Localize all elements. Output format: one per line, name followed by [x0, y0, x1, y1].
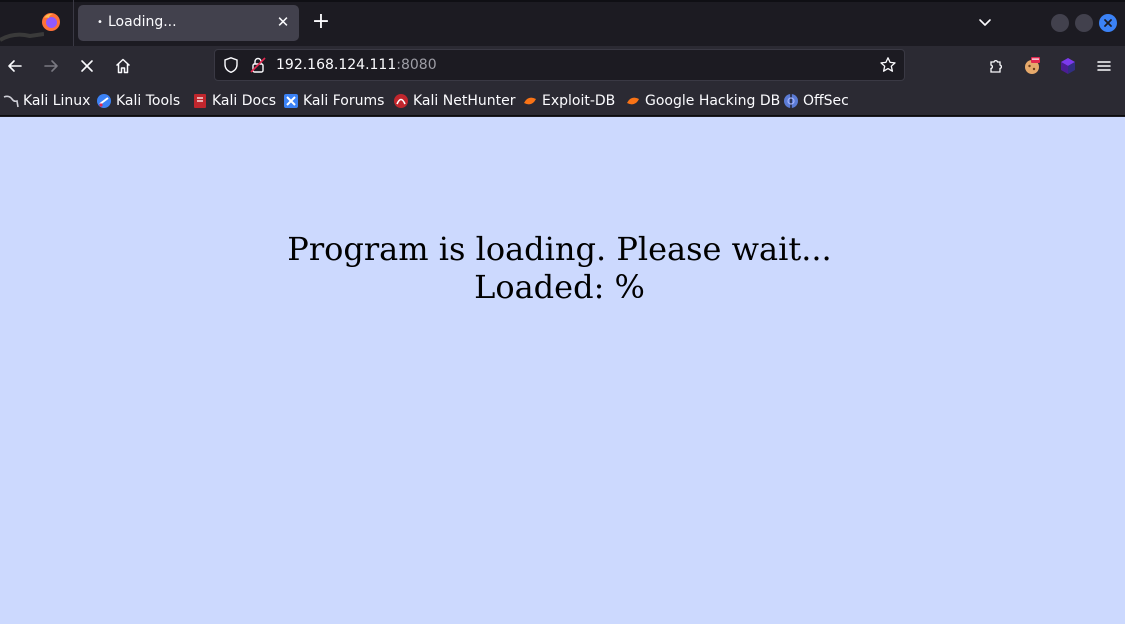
window-top-edge — [0, 0, 1125, 2]
ghdb-icon — [625, 93, 641, 109]
kali-forums-icon — [283, 93, 299, 109]
insecure-lock-icon[interactable] — [249, 56, 267, 74]
window-minimize-button[interactable] — [1051, 14, 1069, 32]
bookmark-star-icon[interactable] — [879, 56, 897, 74]
tab-loading-indicator: • — [97, 17, 103, 28]
bookmark-kali-docs[interactable]: Kali Docs — [192, 91, 276, 111]
list-all-tabs-button[interactable] — [973, 11, 997, 35]
bookmark-label: Kali Linux — [23, 93, 91, 109]
exploit-db-icon — [522, 93, 538, 109]
loading-message: Program is loading. Please wait... Loade… — [0, 230, 1119, 306]
bookmark-label: Kali NetHunter — [413, 93, 516, 109]
bookmark-kali-forums[interactable]: Kali Forums — [283, 91, 384, 111]
bookmark-label: Exploit-DB — [542, 93, 616, 109]
chevron-down-icon — [979, 19, 991, 26]
bookmark-label: OffSec — [803, 93, 849, 109]
bookmark-exploit-db[interactable]: Exploit-DB — [522, 91, 615, 111]
bookmark-label: Kali Tools — [116, 93, 181, 109]
kali-dragon-icon — [3, 93, 19, 109]
bookmark-kali-tools[interactable]: Kali Tools — [96, 91, 180, 111]
cube-extension-icon — [1061, 58, 1075, 74]
tab-close-icon[interactable]: ✕ — [274, 13, 292, 31]
stop-loading-button[interactable] — [75, 54, 99, 78]
window-close-button[interactable] — [1099, 14, 1117, 32]
tab-title: Loading... — [108, 14, 177, 30]
window-maximize-button[interactable] — [1075, 14, 1093, 32]
arrow-left-icon — [8, 60, 22, 72]
puzzle-piece-icon — [990, 60, 1002, 73]
forward-button[interactable] — [39, 54, 63, 78]
home-button[interactable] — [111, 54, 135, 78]
bookmark-label: Kali Docs — [212, 93, 277, 109]
firefox-view-button[interactable] — [38, 9, 64, 35]
tracking-protection-shield-icon[interactable] — [222, 56, 240, 74]
url-text[interactable]: 192.168.124.111:8080 — [276, 57, 437, 73]
arrow-right-icon — [44, 60, 58, 72]
page-content: Program is loading. Please wait... Loade… — [0, 117, 1125, 624]
back-button[interactable] — [3, 54, 27, 78]
kali-tools-icon — [96, 93, 112, 109]
new-tab-button[interactable]: + — [309, 10, 333, 34]
firefox-logo-icon — [42, 13, 60, 31]
cookie-extension-button[interactable] — [1020, 54, 1044, 78]
cube-extension-button[interactable] — [1056, 54, 1080, 78]
nethunter-icon — [393, 93, 409, 109]
extensions-button[interactable] — [984, 54, 1008, 78]
tab-strip: • Loading... ✕ + — [0, 0, 1125, 46]
url-host: 192.168.124.111 — [276, 57, 397, 73]
url-bar[interactable]: 192.168.124.111:8080 — [214, 49, 905, 81]
tab-separator — [73, 0, 74, 46]
bookmark-offsec[interactable]: OffSec — [783, 91, 849, 111]
bookmark-kali-nethunter[interactable]: Kali NetHunter — [393, 91, 515, 111]
loaded-percent-text: Loaded: % — [474, 268, 645, 306]
hamburger-menu-icon — [1097, 61, 1111, 71]
offsec-icon — [783, 93, 799, 109]
bookmark-label: Kali Forums — [303, 93, 385, 109]
bookmarks-toolbar: Kali Linux Kali Tools Kali Docs Kali For… — [0, 86, 1125, 116]
close-icon — [1104, 19, 1112, 27]
stop-icon — [81, 60, 93, 72]
kali-docs-icon — [192, 93, 208, 109]
navigation-toolbar: 192.168.124.111:8080 — [0, 46, 1125, 86]
cookie-extension-icon — [1025, 57, 1040, 74]
home-icon — [115, 58, 131, 74]
bookmark-kali-linux[interactable]: Kali Linux — [3, 91, 90, 111]
bookmark-google-hacking-db[interactable]: Google Hacking DB — [625, 91, 780, 111]
app-menu-button[interactable] — [1092, 54, 1116, 78]
url-port: :8080 — [396, 57, 437, 73]
loading-status-text: Program is loading. Please wait... — [287, 230, 832, 268]
tab-active[interactable]: • Loading... ✕ — [78, 5, 299, 41]
bookmark-label: Google Hacking DB — [645, 93, 781, 109]
